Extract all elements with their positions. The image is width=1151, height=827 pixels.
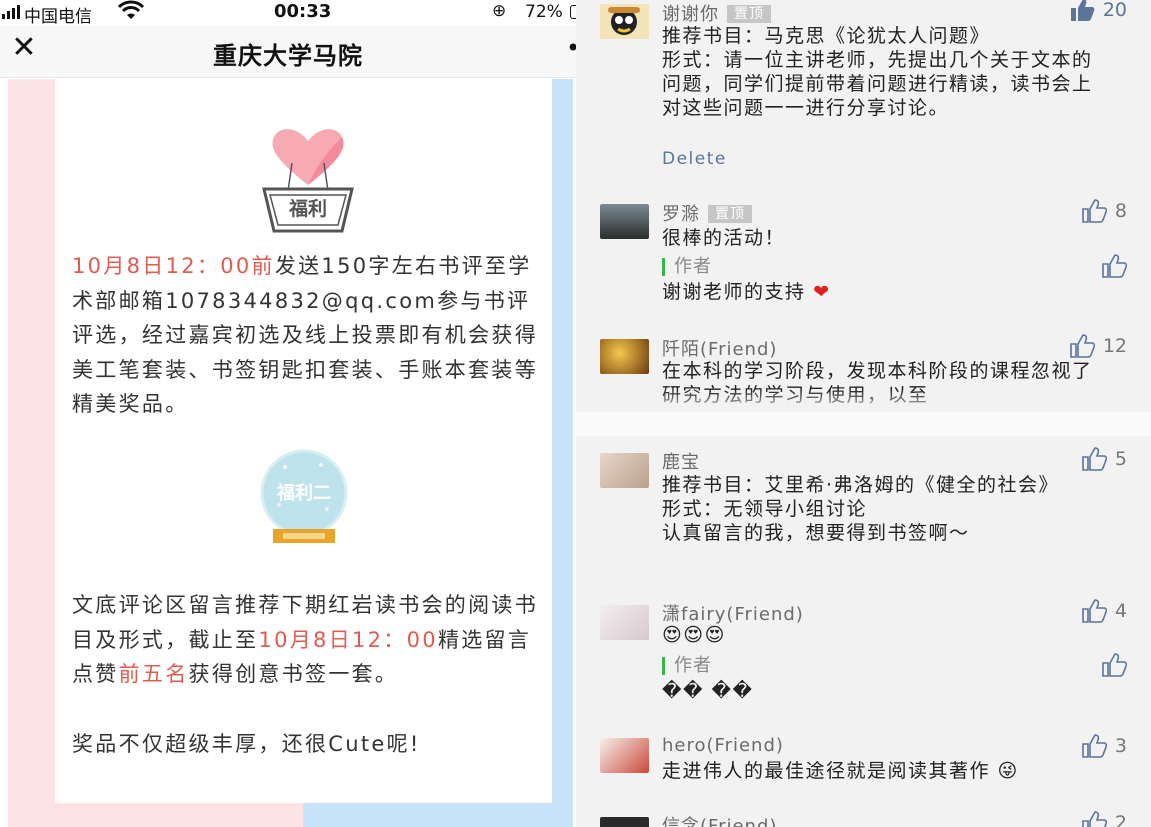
like-count: 2 <box>1114 812 1127 827</box>
deadline-highlight-2: 10月8日12：00 <box>258 627 438 652</box>
avatar[interactable] <box>600 738 649 773</box>
comment-text: 很棒的活动！ <box>662 227 786 249</box>
author-reply-body: 谢谢老师的支持 <box>662 281 806 303</box>
reply-thumbs-up-icon[interactable] <box>1101 653 1127 677</box>
carrier-label: 中国电信 <box>24 7 92 27</box>
author-reply-text: �� �� <box>662 680 754 702</box>
like-button[interactable]: 3 <box>1081 734 1127 758</box>
status-bar: 中国电信 00:33 ⊕ 72% <box>0 0 576 27</box>
thumbs-up-icon <box>1070 334 1095 358</box>
thumbs-up-icon <box>1082 734 1107 758</box>
comments-panel: 谢谢你 置顶 20 推荐书目：马克思《论犹太人问题》 形式：请一位主讲老师，先提出… <box>576 0 1151 827</box>
like-count: 5 <box>1114 448 1127 470</box>
commenter-name-text: 罗滁 <box>662 204 700 225</box>
comment-text: 😍😍😍 <box>662 624 726 646</box>
like-button[interactable]: 5 <box>1081 447 1127 471</box>
commenter-name[interactable]: 罗滁 置顶 <box>662 200 752 226</box>
commenter-name[interactable]: hero(Friend) <box>662 735 784 756</box>
welfare-two-badge: 福利二 <box>260 449 348 543</box>
welfare-one-body: 发送150字左右书评至学术部邮箱1078344832@qq.com参与书评评选，… <box>72 254 538 416</box>
like-count: 8 <box>1114 200 1127 222</box>
clock: 00:33 <box>274 1 332 22</box>
like-button[interactable]: 2 <box>1081 811 1127 827</box>
avatar[interactable] <box>600 4 649 39</box>
comment-text: 走进伟人的最佳途径就是阅读其著作 😜 <box>662 760 1019 782</box>
pinned-badge: 置顶 <box>708 205 752 223</box>
avatar[interactable] <box>600 817 649 827</box>
article-card: 福利 10月8日12：00前发送150字左右书评至学术部邮箱1078344832… <box>55 79 552 803</box>
delete-link[interactable]: Delete <box>662 149 727 169</box>
author-reply-text: 谢谢老师的支持 ❤ <box>662 280 1112 304</box>
like-button[interactable]: 4 <box>1081 599 1127 623</box>
like-count: 3 <box>1114 735 1127 757</box>
welfare-one-badge: 福利 <box>262 129 354 233</box>
thumbs-up-icon <box>1082 811 1107 827</box>
welfare-two-text: 文底评论区留言推荐下期红岩读书会的阅读书目及形式，截止至10月8日12：00精选… <box>72 588 542 692</box>
comment-text: 推荐书目：艾里希·弗洛姆的《健全的社会》 形式：无领导小组讨论 认真留言的我，想… <box>662 474 1060 544</box>
commenter-name-text: 谢谢你 <box>662 4 719 25</box>
section-divider <box>576 412 1151 436</box>
welfare-one-label: 福利 <box>288 197 327 220</box>
avatar[interactable] <box>600 605 649 640</box>
prize-note: 奖品不仅超级丰厚，还很Cute呢! <box>72 732 421 756</box>
like-count: 4 <box>1114 600 1127 622</box>
page-title: 重庆大学马院 <box>213 42 363 70</box>
thumbs-up-filled-icon <box>1070 0 1095 21</box>
comment-text: 推荐书目：马克思《论犹太人问题》 形式：请一位主讲老师，先提出几个关于文本的问题… <box>662 25 1093 119</box>
like-button[interactable]: 20 <box>1069 0 1127 22</box>
welfare-two-body-c: 获得创意书签一套。 <box>188 662 399 686</box>
avatar[interactable] <box>600 339 649 374</box>
like-button[interactable]: 8 <box>1081 199 1127 223</box>
nav-bar: ✕ 重庆大学马院 • <box>0 26 576 78</box>
article-body: 福利 10月8日12：00前发送150字左右书评至学术部邮箱1078344832… <box>0 79 576 827</box>
thumbs-up-icon <box>1082 447 1107 471</box>
pinned-badge: 置顶 <box>727 5 771 23</box>
deadline-highlight: 10月8日12：00前 <box>72 254 275 278</box>
signal-icon <box>2 5 20 19</box>
article-screen: 中国电信 00:33 ⊕ 72% ✕ 重庆大学马院 • 福利 <box>0 0 576 827</box>
battery-percent: 72% <box>525 2 563 22</box>
commenter-name[interactable]: 阡陌(Friend) <box>662 335 777 361</box>
rotation-lock-icon: ⊕ <box>492 1 507 21</box>
avatar[interactable] <box>600 453 649 488</box>
like-count: 12 <box>1102 335 1127 357</box>
avatar[interactable] <box>600 204 649 239</box>
commenter-name[interactable]: 信念(Friend) <box>662 812 777 827</box>
more-icon[interactable]: • <box>566 34 576 62</box>
commenter-name[interactable]: 谢谢你 置顶 <box>662 0 771 26</box>
wifi-icon <box>117 0 145 27</box>
thumbs-up-icon <box>1082 599 1107 623</box>
welfare-two-label: 福利二 <box>276 482 331 504</box>
thumbs-up-icon <box>1082 199 1107 223</box>
heart-icon: ❤ <box>813 281 831 303</box>
commenter-name[interactable]: 鹿宝 <box>662 448 700 474</box>
fade-overlay <box>576 390 1151 414</box>
author-reply-label: 作者 <box>662 258 712 276</box>
like-button[interactable]: 12 <box>1069 334 1127 358</box>
author-reply-label: 作者 <box>662 657 712 675</box>
welfare-one-text: 10月8日12：00前发送150字左右书评至学术部邮箱1078344832@qq… <box>72 249 542 422</box>
reply-thumbs-up-icon[interactable] <box>1101 254 1127 278</box>
top-five-highlight: 前五名 <box>118 662 189 686</box>
like-count: 20 <box>1102 0 1127 21</box>
